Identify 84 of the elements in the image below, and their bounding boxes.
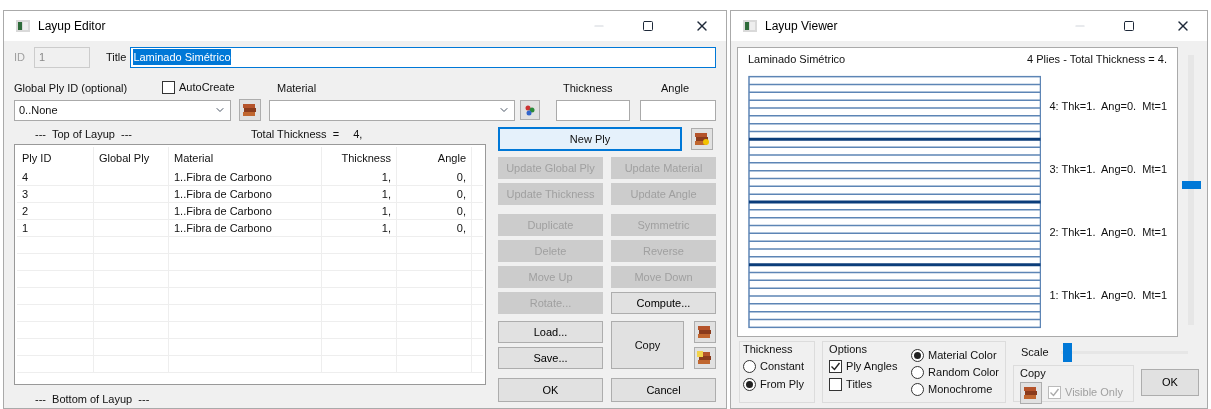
radio-button[interactable] <box>911 348 925 362</box>
radio-label: Constant <box>760 359 805 375</box>
material-picker-icon[interactable] <box>520 100 540 120</box>
thickness-label: Thickness <box>563 80 614 96</box>
checkbox-label: Visible Only <box>1065 385 1123 401</box>
checkbox[interactable] <box>829 360 843 373</box>
maximize-icon[interactable] <box>1123 20 1135 32</box>
radio-label: Material Color <box>928 347 997 363</box>
checkbox[interactable] <box>162 80 175 94</box>
checkbox-label: Ply Angles <box>846 359 898 375</box>
global-ply-dropdown[interactable]: 0..None <box>14 99 231 121</box>
copy-stack-icon[interactable] <box>694 321 716 343</box>
table-cell: 4 <box>17 169 94 185</box>
cancel-button[interactable]: Cancel <box>611 378 716 402</box>
table-cell: 1..Fibra de Carbono <box>169 203 322 219</box>
table-cell: 1..Fibra de Carbono <box>169 186 322 202</box>
checkbox[interactable] <box>829 378 843 391</box>
angle-label: Angle <box>661 80 690 96</box>
table-cell: 0, <box>397 203 472 219</box>
table-cell: 1, <box>322 203 397 219</box>
table-cell: 1, <box>322 220 397 236</box>
radio-button[interactable] <box>911 365 925 379</box>
table-cell: 1..Fibra de Carbono <box>169 220 322 236</box>
radio-label: From Ply <box>760 377 804 393</box>
table-cell: 0, <box>397 220 472 236</box>
zoom-slider-thumb[interactable] <box>1182 181 1201 189</box>
maximize-icon[interactable] <box>642 20 654 32</box>
save-button[interactable]: Save... <box>498 347 603 369</box>
table-cell: 3 <box>17 186 94 202</box>
action-button[interactable]: Compute... <box>611 292 716 314</box>
column-header[interactable]: Ply ID <box>17 147 94 169</box>
column-header[interactable]: Angle <box>397 147 472 169</box>
radio-button[interactable] <box>911 382 925 396</box>
ply-label: 1: Thk=1. Ang=0. Mt=1 <box>1049 288 1167 304</box>
scale-label: Scale <box>1021 344 1050 360</box>
total-thickness-label: Total Thickness = <box>251 126 340 142</box>
ok-button[interactable]: OK <box>1141 369 1199 396</box>
table-cell: 1, <box>322 169 397 185</box>
angle-field[interactable] <box>640 99 716 121</box>
group-title: Thickness <box>743 342 794 357</box>
title-label: Title <box>106 49 127 65</box>
total-thickness-value: 4, <box>353 126 363 142</box>
scale-slider-thumb[interactable] <box>1063 342 1073 362</box>
radio-button[interactable] <box>743 360 756 373</box>
id-label: ID <box>14 49 26 65</box>
radio-label: Monochrome <box>928 381 993 397</box>
laminate-title: Laminado Simétrico <box>748 52 846 67</box>
ply-stack-icon[interactable] <box>691 128 713 150</box>
checkbox-label: AutoCreate <box>179 79 235 95</box>
table-cell: 1, <box>322 186 397 202</box>
paste-stack-icon[interactable] <box>694 347 716 369</box>
copy-button[interactable]: Copy <box>611 321 684 369</box>
thickness-field[interactable] <box>555 99 631 121</box>
material-label: Material <box>277 80 318 96</box>
app-icon <box>743 20 757 32</box>
ply-table-icon[interactable] <box>238 99 261 121</box>
new-ply-button[interactable]: New Ply <box>498 127 682 151</box>
top-of-layup-label: --- Top of Layup --- <box>35 126 133 142</box>
app-icon <box>16 20 30 32</box>
radio-label: Random Color <box>928 364 999 380</box>
ply-label: 2: Thk=1. Ang=0. Mt=1 <box>1049 225 1167 241</box>
radio-button[interactable] <box>743 378 756 391</box>
bottom-of-layup-label: --- Bottom of Layup --- <box>35 392 151 407</box>
table-cell: 0, <box>397 169 472 185</box>
title-field[interactable]: Laminado Simétrico <box>130 46 716 68</box>
column-header[interactable]: Thickness <box>322 147 397 169</box>
laminate-summary: 4 Plies - Total Thickness = 4. <box>1027 52 1167 67</box>
copy-image-icon[interactable] <box>1020 381 1042 404</box>
column-header[interactable]: Material <box>169 147 322 169</box>
table-cell: 0, <box>397 186 472 202</box>
group-title: Copy <box>1020 366 1047 381</box>
table-cell: 1..Fibra de Carbono <box>169 169 322 185</box>
table-cell: 1 <box>17 220 94 236</box>
ply-label: 3: Thk=1. Ang=0. Mt=1 <box>1049 162 1167 178</box>
window-title: Layup Editor <box>38 18 106 35</box>
table-cell: 2 <box>17 203 94 219</box>
window-title: Layup Viewer <box>765 18 838 35</box>
global-ply-label: Global Ply ID (optional) <box>14 80 129 96</box>
group-title: Options <box>829 342 867 357</box>
column-header[interactable]: Global Ply <box>94 147 169 169</box>
load-button[interactable]: Load... <box>498 321 603 343</box>
checkbox-label: Titles <box>846 377 872 393</box>
ply-label: 4: Thk=1. Ang=0. Mt=1 <box>1049 99 1167 115</box>
ok-button[interactable]: OK <box>498 378 603 402</box>
